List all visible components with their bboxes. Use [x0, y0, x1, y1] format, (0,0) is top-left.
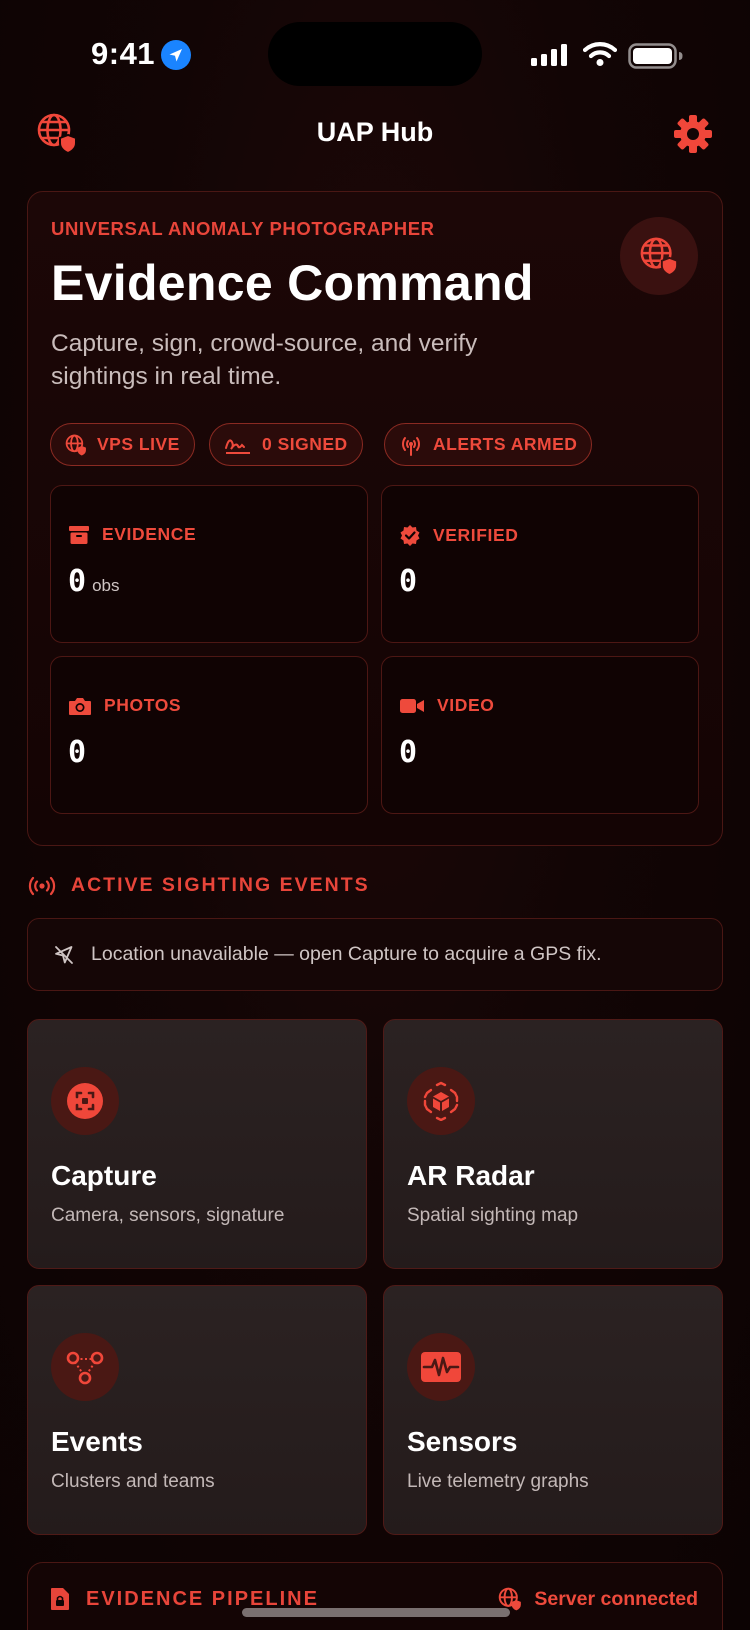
stat-label: PHOTOS: [104, 695, 182, 715]
tile-icon-badge: [407, 1067, 475, 1135]
sightings-header: ACTIVE SIGHTING EVENTS: [27, 874, 370, 897]
hero-badge: [620, 217, 698, 295]
stat-value: 0: [68, 564, 87, 599]
broadcast-icon: [28, 876, 56, 895]
tile-events[interactable]: Events Clusters and teams: [27, 1285, 367, 1535]
stat-label: EVIDENCE: [102, 524, 197, 544]
antenna-icon: [402, 436, 420, 456]
server-status: Server connected: [534, 1587, 698, 1610]
stat-verified: VERIFIED 0: [381, 485, 699, 643]
camera-icon: [69, 697, 91, 715]
pill-label: 0 SIGNED: [262, 434, 348, 454]
video-camera-icon: [400, 698, 424, 713]
status-bar: 9:41: [0, 0, 750, 110]
home-indicator[interactable]: [242, 1608, 510, 1617]
dynamic-island: [268, 22, 482, 86]
tile-title: AR Radar: [407, 1160, 535, 1191]
vps-live-pill: VPS LIVE: [50, 423, 195, 466]
location-slash-icon: [55, 945, 73, 964]
stat-label: VERIFIED: [433, 524, 519, 545]
tile-ar-radar[interactable]: AR Radar Spatial sighting map: [383, 1019, 723, 1269]
tile-subtitle: Spatial sighting map: [407, 1205, 579, 1226]
cluster-nodes-icon: [66, 1351, 104, 1385]
sightings-title: ACTIVE SIGHTING EVENTS: [71, 874, 370, 896]
evidence-command-card: UNIVERSAL ANOMALY PHOTOGRAPHER Evidence …: [27, 191, 723, 846]
verified-seal-icon: [400, 525, 420, 546]
pill-label: ALERTS ARMED: [433, 434, 578, 454]
stat-value: 0: [399, 564, 418, 599]
globe-lock-icon: [65, 434, 86, 455]
tile-icon-badge: [407, 1333, 475, 1401]
stat-value: 0: [68, 735, 87, 770]
gear-icon[interactable]: [673, 114, 713, 154]
evidence-pipeline-card: EVIDENCE PIPELINE Server connected: [27, 1562, 723, 1630]
hero-title: Evidence Command: [51, 255, 534, 311]
status-time: 9:41: [91, 36, 156, 71]
stat-unit: obs: [92, 576, 120, 595]
waveform-icon: [421, 1352, 461, 1382]
globe-lock-icon: [640, 237, 679, 276]
tile-subtitle: Camera, sensors, signature: [51, 1205, 285, 1226]
battery-icon: [628, 43, 683, 69]
stat-photos: PHOTOS 0: [50, 656, 368, 814]
location-status-bar: Location unavailable — open Capture to a…: [27, 918, 723, 991]
tile-icon-badge: [51, 1333, 119, 1401]
archive-box-icon: [69, 525, 89, 544]
signature-icon: [225, 439, 250, 454]
hero-eyebrow: UNIVERSAL ANOMALY PHOTOGRAPHER: [51, 218, 435, 239]
tile-icon-badge: [51, 1067, 119, 1135]
tile-subtitle: Live telemetry graphs: [407, 1471, 589, 1492]
location-message: Location unavailable — open Capture to a…: [91, 943, 602, 965]
stat-evidence: EVIDENCE 0 obs: [50, 485, 368, 643]
hero-subtitle: Capture, sign, crowd-source, and verify …: [51, 330, 478, 390]
ar-cube-icon: [423, 1081, 459, 1121]
tile-capture[interactable]: Capture Camera, sensors, signature: [27, 1019, 367, 1269]
viewfinder-icon: [67, 1083, 103, 1119]
tile-subtitle: Clusters and teams: [51, 1471, 215, 1492]
tile-sensors[interactable]: Sensors Live telemetry graphs: [383, 1285, 723, 1535]
wifi-icon: [583, 42, 617, 66]
tile-title: Events: [51, 1426, 143, 1457]
stat-value: 0: [399, 735, 418, 770]
pill-label: VPS LIVE: [97, 434, 180, 454]
signed-count-pill: 0 SIGNED: [209, 423, 363, 466]
alerts-armed-pill: ALERTS ARMED: [384, 423, 593, 466]
cellular-signal-icon: [531, 44, 567, 66]
nav-title: UAP Hub: [316, 117, 434, 147]
tile-title: Capture: [51, 1160, 157, 1191]
document-lock-icon: [51, 1588, 69, 1610]
location-arrow-icon: [161, 40, 191, 70]
tile-title: Sensors: [407, 1426, 518, 1457]
stat-video: VIDEO 0: [381, 656, 699, 814]
stat-label: VIDEO: [437, 695, 495, 715]
